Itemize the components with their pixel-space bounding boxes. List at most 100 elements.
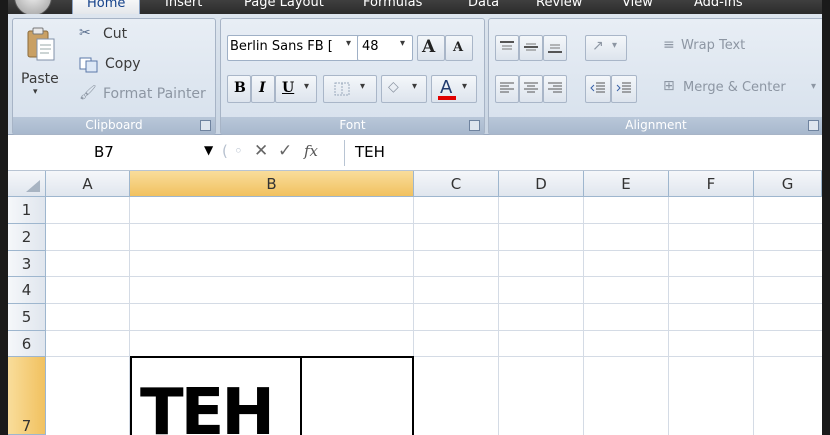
tab-formulas[interactable]: Formulas — [363, 0, 422, 13]
align-top-icon — [500, 41, 514, 50]
tab-page-layout[interactable]: Page Layout — [244, 0, 324, 13]
wrap-text-button[interactable]: ≡ Wrap Text — [659, 35, 819, 59]
column-header-d[interactable]: D — [499, 171, 584, 197]
cell-b7-text: TEH — [140, 376, 275, 435]
align-center-button[interactable] — [519, 75, 543, 103]
scissors-icon: ✂ — [79, 25, 91, 41]
gridline — [46, 223, 822, 224]
tab-label: View — [622, 0, 653, 10]
ribbon-tab-bar: Home Insert Page Layout Formulas Data Re… — [8, 0, 822, 14]
cut-button[interactable]: ✂ Cut — [79, 25, 159, 45]
tab-home[interactable]: Home — [72, 0, 141, 14]
chevron-down-icon[interactable]: ▾ — [400, 38, 405, 49]
font-group-label: Font — [221, 117, 484, 134]
shrink-font-icon: A — [453, 40, 464, 55]
brush-icon: 🖌 — [79, 85, 97, 101]
orientation-button[interactable]: ↗ ▾ — [585, 35, 627, 61]
bottom-align-button[interactable] — [543, 35, 567, 61]
column-header-g[interactable]: G — [754, 171, 822, 197]
copy-button[interactable]: Copy — [79, 55, 159, 75]
column-header-e[interactable]: E — [584, 171, 669, 197]
fill-color-button[interactable]: ◇ ▾ — [381, 75, 427, 103]
borders-button[interactable]: ▾ — [323, 75, 377, 103]
row-header-5[interactable]: 5 — [8, 304, 46, 331]
align-right-button[interactable] — [543, 75, 567, 103]
chevron-down-icon: ▾ — [612, 40, 618, 51]
formula-content: TEH — [355, 143, 385, 161]
dialog-launcher-icon[interactable] — [469, 120, 480, 131]
paste-button[interactable]: Paste ▾ — [15, 21, 67, 111]
ribbon: Paste ▾ ✂ Cut Copy 🖌 Format Painter Clip… — [8, 14, 822, 135]
formula-input[interactable]: TEH — [344, 140, 821, 166]
align-left-button[interactable] — [495, 75, 519, 103]
chevron-down-icon: ▾ — [304, 81, 310, 92]
increase-indent-icon — [616, 82, 631, 93]
align-right-icon — [548, 82, 562, 93]
name-box-value: B7 — [94, 143, 114, 161]
dialog-launcher-icon[interactable] — [200, 120, 211, 131]
tab-data[interactable]: Data — [468, 0, 499, 13]
insert-function-icon[interactable]: fx — [304, 142, 318, 160]
top-align-button[interactable] — [495, 35, 519, 61]
row-header-3[interactable]: 3 — [8, 251, 46, 277]
tab-label: Insert — [165, 0, 203, 10]
format-painter-button[interactable]: 🖌 Format Painter — [79, 85, 214, 105]
worksheet-grid: A B C D E F G 1 2 3 4 5 6 7 TEH — [8, 171, 822, 435]
tab-insert[interactable]: Insert — [165, 0, 202, 13]
tab-add-ins[interactable]: Add-Ins — [694, 0, 743, 13]
office-button[interactable] — [14, 0, 52, 14]
tab-label: Data — [468, 0, 500, 10]
underline-icon: U — [282, 80, 295, 96]
column-header-f[interactable]: F — [669, 171, 754, 197]
merge-center-label: Merge & Center — [683, 80, 786, 95]
font-color-icon: A — [440, 77, 453, 98]
row-header-7[interactable]: 7 — [8, 357, 46, 435]
middle-align-button[interactable] — [519, 35, 543, 61]
cut-label: Cut — [103, 26, 128, 42]
tab-label: Home — [87, 0, 126, 11]
chevron-down-icon: ▾ — [360, 81, 366, 92]
cancel-icon[interactable]: ✕ — [254, 141, 268, 161]
paint-bucket-icon: ◇ — [388, 79, 399, 95]
increase-indent-button[interactable] — [611, 75, 637, 103]
column-header-a[interactable]: A — [46, 171, 130, 197]
name-box[interactable]: B7 ▼ — [8, 141, 220, 165]
row-header-2[interactable]: 2 — [8, 224, 46, 251]
paste-icon — [27, 27, 55, 61]
dialog-launcher-icon[interactable] — [808, 120, 819, 131]
italic-button[interactable]: I — [251, 75, 275, 103]
chevron-down-icon: ▾ — [412, 81, 418, 92]
font-color-button[interactable]: A ▾ — [431, 75, 477, 103]
column-header-c[interactable]: C — [414, 171, 499, 197]
row-header-1[interactable]: 1 — [8, 197, 46, 224]
row-header-6[interactable]: 6 — [8, 331, 46, 357]
select-all-corner[interactable] — [8, 171, 46, 197]
chevron-down-icon[interactable]: ▾ — [346, 38, 351, 49]
gridline — [753, 197, 754, 435]
align-center-icon — [524, 82, 538, 93]
column-header-b[interactable]: B — [130, 171, 414, 197]
gridline — [498, 197, 499, 435]
font-size-combo[interactable]: 48 ▾ — [357, 35, 413, 61]
tab-view[interactable]: View — [622, 0, 653, 13]
chevron-down-icon: ▾ — [811, 81, 817, 92]
font-name-value: Berlin Sans FB [ — [230, 39, 333, 54]
copy-icon — [79, 57, 98, 73]
decrease-indent-button[interactable] — [585, 75, 611, 103]
tab-review[interactable]: Review — [536, 0, 582, 13]
merge-center-button[interactable]: ⊞ Merge & Center ▾ — [659, 77, 821, 101]
underline-button[interactable]: U ▾ — [275, 75, 317, 103]
gridline — [583, 197, 584, 435]
shrink-font-button[interactable]: A — [445, 35, 473, 61]
wrap-text-icon: ≡ — [663, 37, 675, 53]
row-header-4[interactable]: 4 — [8, 277, 46, 304]
bold-button[interactable]: B — [227, 75, 251, 103]
alignment-group: ↗ ▾ ≡ Wrap Text ⊞ Merge & Center ▾ Align… — [488, 18, 822, 135]
chevron-down-icon: ▾ — [33, 87, 38, 97]
font-name-combo[interactable]: Berlin Sans FB [ ▾ — [227, 35, 359, 61]
chevron-down-icon[interactable]: ▼ — [204, 143, 213, 157]
handle-dots-icon: ◦ — [234, 142, 243, 160]
enter-icon[interactable]: ✓ — [278, 141, 292, 161]
grow-font-button[interactable]: A — [417, 35, 445, 61]
tab-label: Page Layout — [244, 0, 324, 10]
